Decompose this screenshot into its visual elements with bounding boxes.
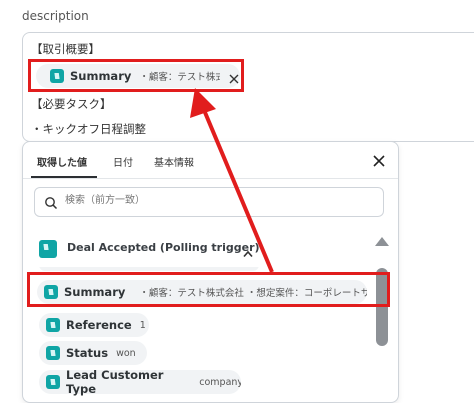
highlight-arrow: [190, 88, 274, 273]
